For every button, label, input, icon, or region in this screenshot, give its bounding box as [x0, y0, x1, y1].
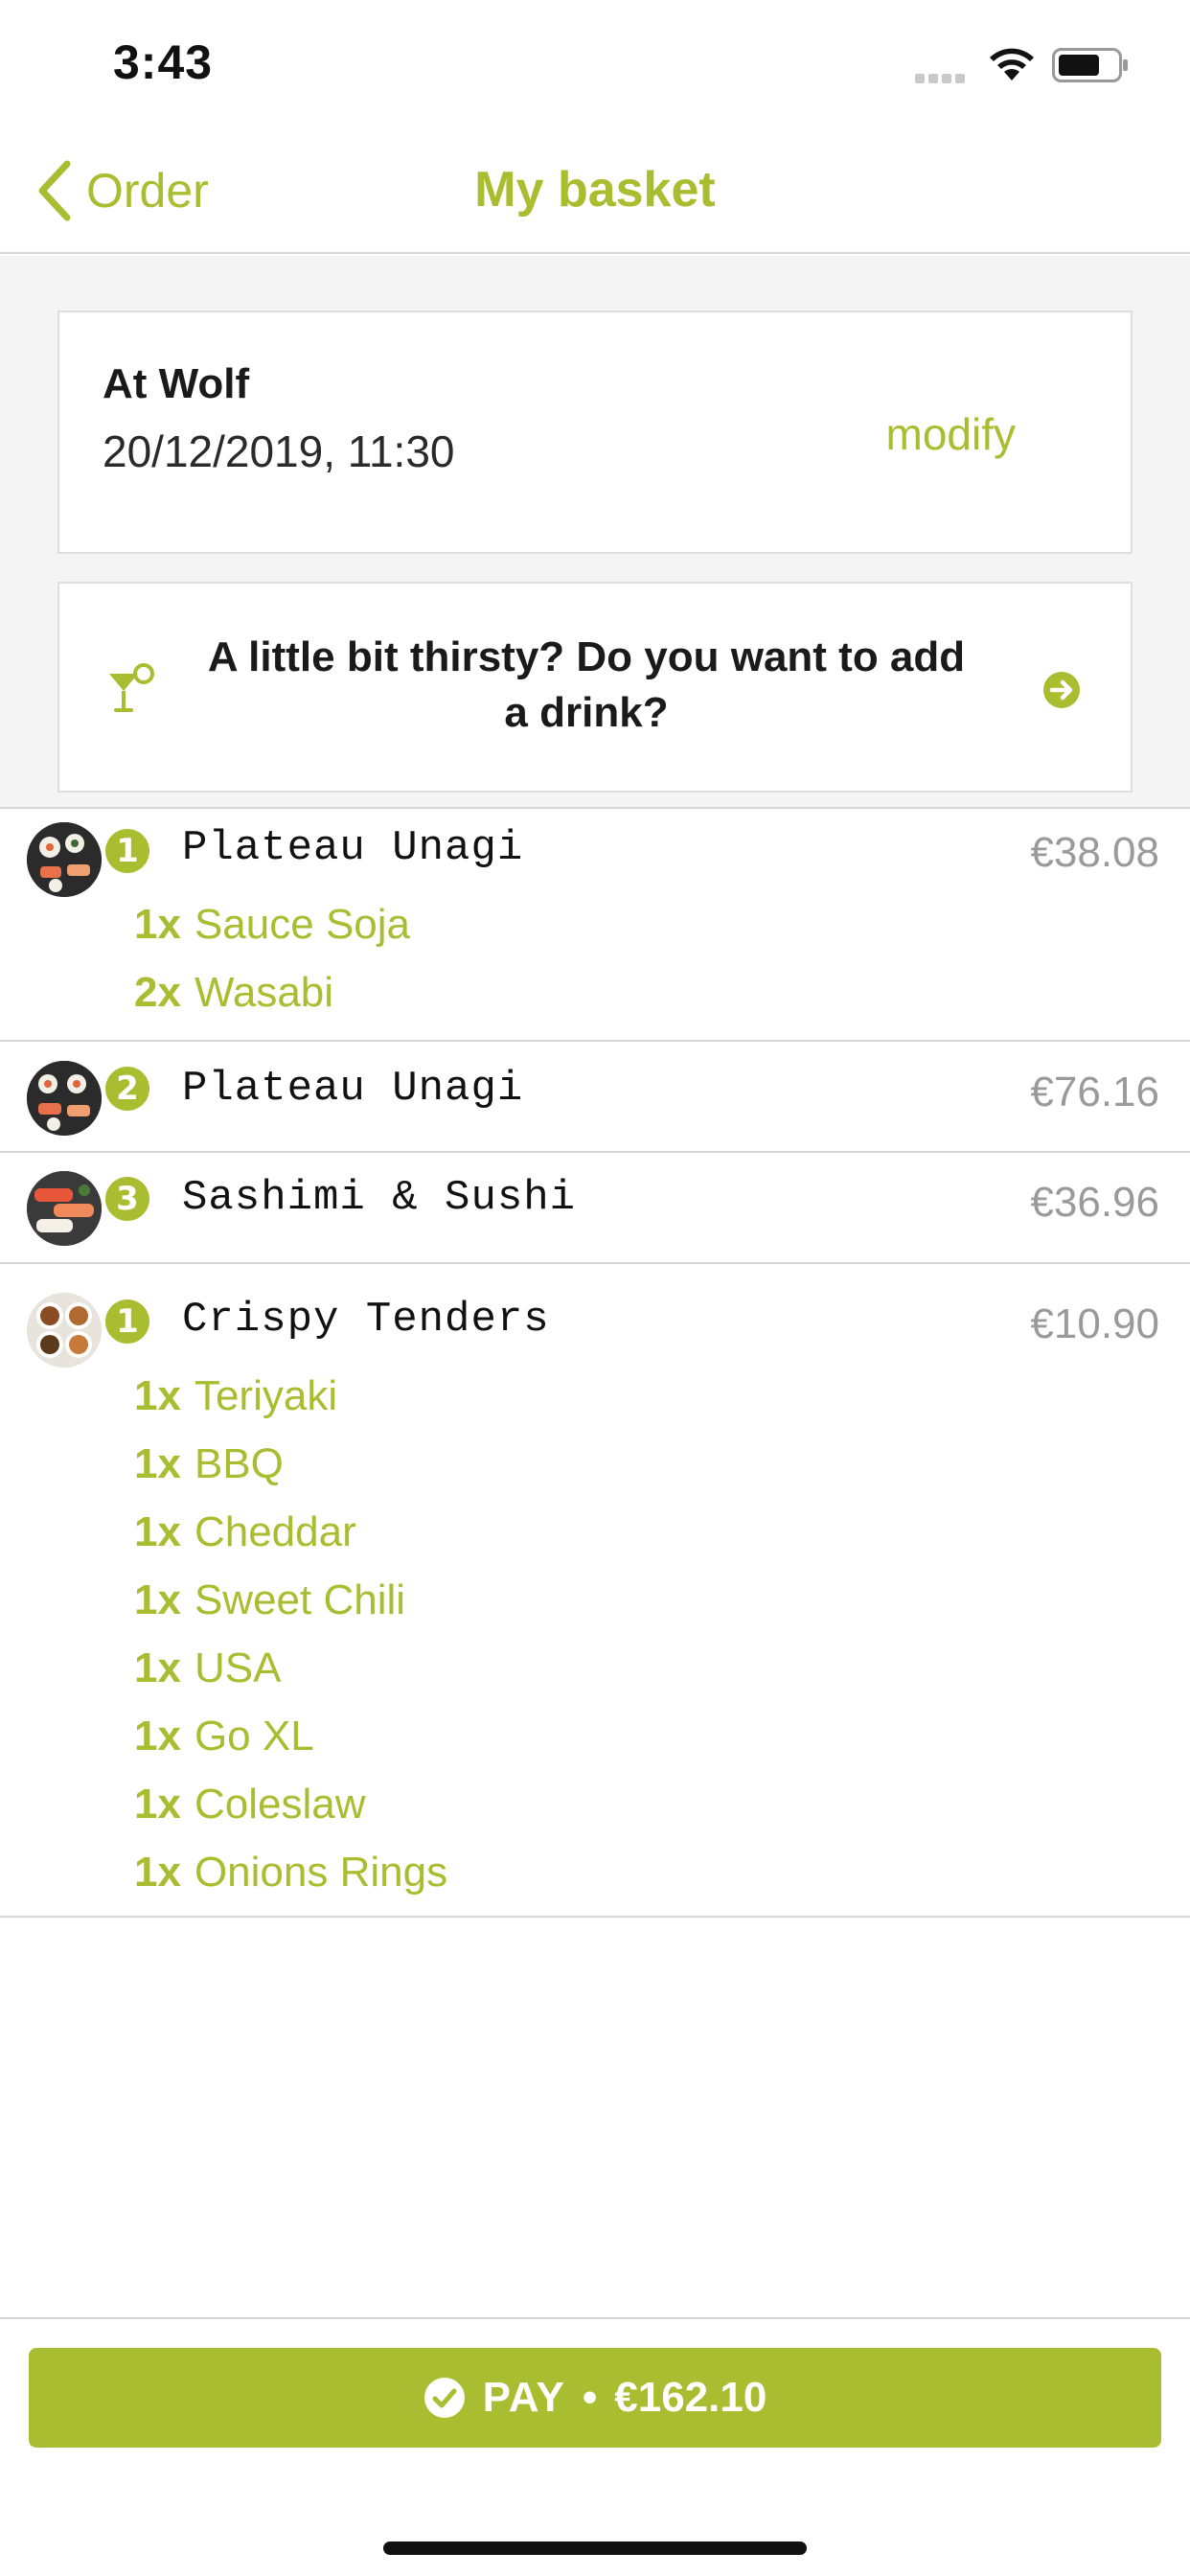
item-thumbnail — [27, 1171, 102, 1246]
quantity-badge: 2 — [105, 1067, 149, 1111]
item-price: €36.96 — [1030, 1179, 1159, 1226]
item-options: 1x Sauce Soja 2x Wasabi — [134, 890, 410, 1026]
option-line: 2x Wasabi — [134, 958, 410, 1026]
option-line: 1x Teriyaki — [134, 1362, 447, 1430]
option-name: Onions Rings — [194, 1849, 448, 1896]
wifi-icon — [990, 48, 1034, 80]
basket-list: 1 Plateau Unagi €38.08 1x Sauce Soja 2x Wa… — [0, 810, 1190, 1918]
item-price: €76.16 — [1030, 1069, 1159, 1116]
item-name: Plateau Unagi — [182, 1065, 524, 1113]
cocktail-icon — [109, 663, 154, 712]
option-name: Cheddar — [194, 1508, 356, 1555]
item-thumbnail — [27, 1293, 102, 1368]
check-circle-icon — [423, 2378, 465, 2418]
pay-button[interactable]: PAY • €162.10 — [29, 2348, 1161, 2448]
option-qty: 1x — [134, 1713, 181, 1760]
option-name: Go XL — [194, 1713, 314, 1760]
add-drink-prompt: A little bit thirsty? Do you want to add… — [207, 633, 966, 736]
item-thumbnail — [27, 1061, 102, 1136]
option-name: Wasabi — [194, 969, 334, 1016]
option-name: Sweet Chili — [194, 1576, 406, 1623]
pay-total: €162.10 — [614, 2374, 767, 2421]
pay-separator: • — [582, 2374, 598, 2421]
basket-header: At Wolf 20/12/2019, 11:30 modify A littl… — [0, 256, 1190, 809]
arrow-right-circle-icon — [1043, 672, 1080, 708]
option-qty: 1x — [134, 1372, 181, 1419]
option-line: 1x Onions Rings — [134, 1838, 447, 1906]
option-name: Sauce Soja — [194, 901, 411, 948]
quantity-badge: 3 — [105, 1177, 149, 1221]
option-qty: 1x — [134, 1644, 181, 1691]
home-indicator[interactable] — [383, 2542, 807, 2555]
option-qty: 2x — [134, 969, 181, 1016]
item-price: €38.08 — [1030, 829, 1159, 876]
quantity-badge: 1 — [105, 829, 149, 873]
status-bar: 3:43 — [0, 0, 1190, 126]
option-qty: 1x — [134, 1440, 181, 1487]
basket-item[interactable]: 2 Plateau Unagi €76.16 — [0, 1042, 1190, 1153]
option-line: 1x Sauce Soja — [134, 890, 410, 958]
pickup-card: At Wolf 20/12/2019, 11:30 modify — [57, 310, 1133, 554]
basket-item[interactable]: 3 Sashimi & Sushi €36.96 — [0, 1153, 1190, 1264]
basket-item[interactable]: 1 Plateau Unagi €38.08 1x Sauce Soja 2x Wa… — [0, 810, 1190, 1042]
option-name: Teriyaki — [194, 1372, 338, 1419]
pickup-location: At Wolf — [103, 360, 250, 407]
item-name: Crispy Tenders — [182, 1296, 550, 1344]
option-line: 1x Go XL — [134, 1702, 447, 1770]
option-name: BBQ — [194, 1440, 284, 1487]
option-line: 1x Cheddar — [134, 1498, 447, 1566]
option-line: 1x USA — [134, 1634, 447, 1702]
option-name: Coleslaw — [194, 1781, 366, 1828]
pay-bar: PAY • €162.10 — [0, 2317, 1190, 2576]
battery-icon — [1052, 48, 1128, 82]
option-qty: 1x — [134, 1508, 181, 1555]
option-line: 1x BBQ — [134, 1430, 447, 1498]
pickup-datetime: 20/12/2019, 11:30 — [103, 426, 455, 476]
option-qty: 1x — [134, 901, 181, 948]
option-name: USA — [194, 1644, 282, 1691]
add-drink-card[interactable]: A little bit thirsty? Do you want to add… — [57, 582, 1133, 793]
basket-item[interactable]: 1 Crispy Tenders €10.90 1x Teriyaki 1x BBQ… — [0, 1264, 1190, 1918]
quantity-badge: 1 — [105, 1300, 149, 1344]
status-time: 3:43 — [113, 35, 214, 89]
modify-button[interactable]: modify — [886, 408, 1016, 460]
option-qty: 1x — [134, 1576, 181, 1623]
item-price: €10.90 — [1030, 1300, 1159, 1347]
navigation-bar: Order My basket — [0, 126, 1190, 254]
cellular-signal-icon — [915, 71, 973, 83]
item-name: Plateau Unagi — [182, 824, 524, 872]
pay-label: PAY — [482, 2374, 565, 2421]
option-qty: 1x — [134, 1781, 181, 1828]
page-title: My basket — [474, 162, 716, 218]
item-options: 1x Teriyaki 1x BBQ 1x Cheddar 1x Sweet Chili… — [134, 1362, 447, 1906]
item-thumbnail — [27, 822, 102, 897]
option-qty: 1x — [134, 1849, 181, 1896]
option-line: 1x Coleslaw — [134, 1770, 447, 1838]
option-line: 1x Sweet Chili — [134, 1566, 447, 1634]
item-name: Sashimi & Sushi — [182, 1174, 577, 1222]
